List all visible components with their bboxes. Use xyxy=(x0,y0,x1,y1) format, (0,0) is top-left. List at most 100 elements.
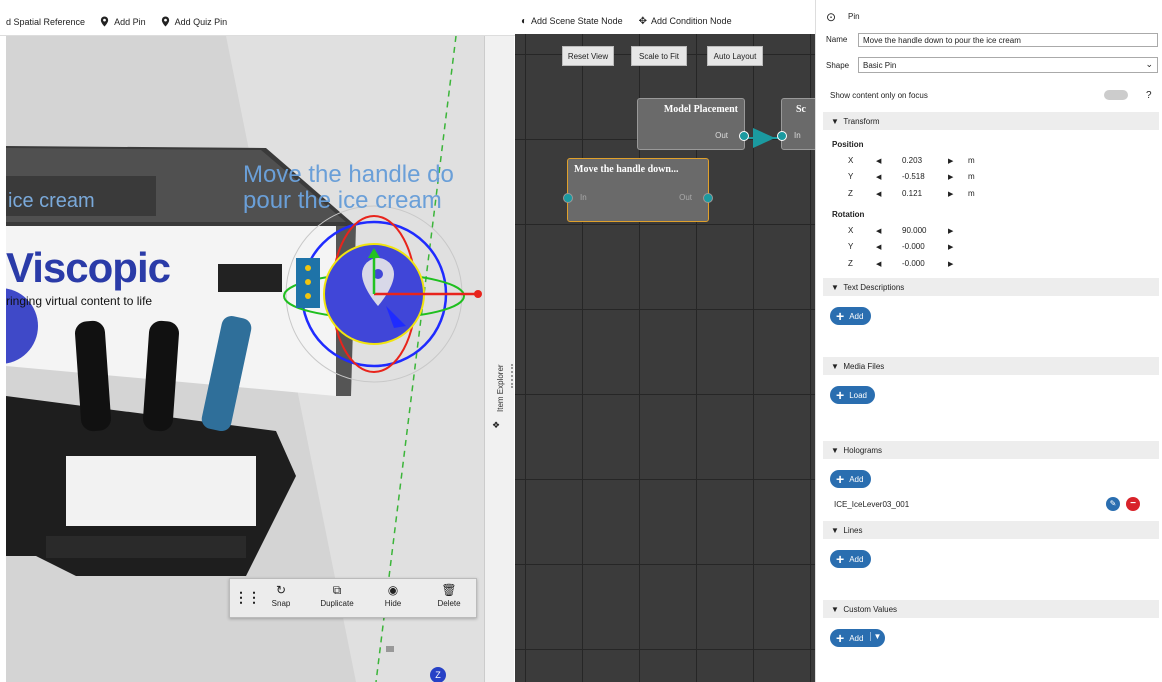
lines-section-header[interactable]: ▼ Lines xyxy=(823,521,1159,539)
help-icon[interactable]: ? xyxy=(1146,90,1152,101)
collapse-triangle-icon: ▼ xyxy=(831,445,844,455)
holograms-title: Holograms xyxy=(843,445,883,455)
position-y-decrement-icon[interactable]: ◀ xyxy=(876,173,881,181)
node-model-placement[interactable]: Model Placement Out xyxy=(637,98,749,150)
rotation-y-value[interactable]: -0.000 xyxy=(902,242,925,251)
viscopic-logo: Viscopic xyxy=(6,244,171,291)
node-graph-canvas[interactable]: Reset View Scale to Fit Auto Layout Mode… xyxy=(515,34,815,682)
spatial-reference-button[interactable]: d Spatial Reference xyxy=(6,17,85,27)
add-pin-button[interactable]: Add Pin xyxy=(99,16,146,27)
plus-icon: + xyxy=(836,308,845,324)
position-y-axis: Y xyxy=(848,172,854,181)
load-media-button[interactable]: + Load xyxy=(830,386,875,404)
add-condition-node-label: Add Condition Node xyxy=(651,16,732,26)
position-x-value[interactable]: 0.203 xyxy=(902,156,922,165)
node-pin-in-port[interactable] xyxy=(563,193,573,203)
position-y-unit: m xyxy=(968,172,975,181)
shape-select[interactable]: Basic Pin ⌄ xyxy=(858,57,1158,73)
media-files-title: Media Files xyxy=(843,361,885,371)
item-explorer-strip[interactable] xyxy=(484,36,514,682)
spatial-reference-label: d Spatial Reference xyxy=(6,16,86,27)
node-scene[interactable]: Sc In xyxy=(777,98,815,150)
node-out-port[interactable] xyxy=(739,131,749,141)
name-field[interactable]: Move the handle down to pour the ice cre… xyxy=(858,33,1158,47)
name-label: Name xyxy=(826,35,848,44)
node-in-port[interactable] xyxy=(777,131,787,141)
rotation-x-axis: X xyxy=(848,226,854,235)
position-label: Position xyxy=(832,140,864,149)
position-z-value[interactable]: 0.121 xyxy=(902,189,922,198)
position-z-unit: m xyxy=(968,189,975,198)
transform-title: Transform xyxy=(843,116,880,126)
node-pin-title: Move the handle down... xyxy=(574,164,679,175)
show-on-focus-toggle[interactable] xyxy=(1104,90,1128,100)
shape-label: Shape xyxy=(826,61,850,70)
media-files-section-header[interactable]: ▼ Media Files xyxy=(823,357,1159,375)
scale-to-fit-button[interactable]: Scale to Fit xyxy=(631,46,687,66)
edit-pencil-icon[interactable]: ✎ xyxy=(1106,497,1120,511)
text-descriptions-section-header[interactable]: ▼ Text Descriptions xyxy=(823,278,1159,296)
rotation-z-increment-icon[interactable]: ▶ xyxy=(948,260,953,268)
rotation-z-decrement-icon[interactable]: ◀ xyxy=(876,260,881,268)
snap-button[interactable]: ↻ Snap xyxy=(256,583,306,608)
position-x-decrement-icon[interactable]: ◀ xyxy=(876,157,881,165)
duplicate-button[interactable]: ⧉ Duplicate xyxy=(312,583,362,608)
position-y-increment-icon[interactable]: ▶ xyxy=(948,173,953,181)
holograms-section-header[interactable]: ▼ Holograms xyxy=(823,441,1159,459)
rotation-z-value[interactable]: -0.000 xyxy=(902,259,925,268)
duplicate-label: Duplicate xyxy=(320,599,354,608)
add-scene-state-node-label: Add Scene State Node xyxy=(531,16,623,26)
snap-icon: ↻ xyxy=(275,583,287,597)
collapse-triangle-icon: ▼ xyxy=(831,116,844,126)
rotation-x-increment-icon[interactable]: ▶ xyxy=(948,227,953,235)
reset-view-button[interactable]: Reset View xyxy=(562,46,614,66)
auto-layout-button[interactable]: Auto Layout xyxy=(707,46,763,66)
plus-icon: + xyxy=(836,387,845,403)
add-quiz-pin-button[interactable]: Add Quiz Pin xyxy=(160,16,227,27)
collapse-triangle-icon: ▼ xyxy=(831,604,844,614)
add-hologram-button[interactable]: + Add xyxy=(830,470,872,488)
position-y-value[interactable]: -0.518 xyxy=(902,172,925,181)
text-descriptions-title: Text Descriptions xyxy=(843,282,905,292)
rotation-y-increment-icon[interactable]: ▶ xyxy=(948,243,953,251)
rotation-x-value[interactable]: 90.000 xyxy=(902,226,926,235)
viewport-toolbar: d Spatial Reference Add Pin Add Quiz Pin xyxy=(0,8,515,36)
custom-values-section-header[interactable]: ▼ Custom Values xyxy=(823,600,1159,618)
node-pin-out-label: Out xyxy=(679,193,692,202)
hologram-item-name: ICE_IceLever03_001 xyxy=(834,500,910,509)
dropdown-arrow-icon[interactable]: ▼ xyxy=(869,632,881,641)
transform-section-header[interactable]: ▼ Transform xyxy=(823,112,1159,130)
pin-icon xyxy=(100,16,109,27)
add-scene-state-node-button[interactable]: ◐ Add Scene State Node xyxy=(521,16,623,27)
position-x-increment-icon[interactable]: ▶ xyxy=(948,157,953,165)
item-explorer-grip-icon[interactable] xyxy=(511,364,514,388)
pin-type-icon: ⊙ xyxy=(826,10,837,24)
node-out-port-label: Out xyxy=(715,131,728,140)
rotation-y-decrement-icon[interactable]: ◀ xyxy=(876,243,881,251)
hide-label: Hide xyxy=(384,599,402,608)
rotation-x-decrement-icon[interactable]: ◀ xyxy=(876,227,881,235)
node-pin-out-port[interactable] xyxy=(703,193,713,203)
add-text-description-button[interactable]: + Add xyxy=(830,307,872,325)
add-pin-label: Add Pin xyxy=(114,16,146,27)
position-z-increment-icon[interactable]: ▶ xyxy=(948,190,953,198)
delete-button[interactable]: 🗑 Delete xyxy=(424,583,474,608)
item-explorer-diamond-icon: ❖ xyxy=(492,420,501,430)
item-explorer-label[interactable]: Item Explorer xyxy=(496,364,505,412)
add-line-button[interactable]: + Add xyxy=(830,550,872,568)
rotation-z-axis: Z xyxy=(848,259,853,268)
snap-label: Snap xyxy=(271,599,291,608)
delete-label: Delete xyxy=(437,599,461,608)
position-z-decrement-icon[interactable]: ◀ xyxy=(876,190,881,198)
collapse-triangle-icon: ▼ xyxy=(831,525,844,535)
add-custom-value-button[interactable]: + Add ▼ xyxy=(830,629,886,647)
load-media-label: Load xyxy=(849,390,867,400)
viscopic-tagline: ringing virtual content to life xyxy=(6,294,153,308)
add-condition-node-button[interactable]: ✥ Add Condition Node xyxy=(639,16,732,27)
hide-button[interactable]: ◉ Hide xyxy=(368,583,418,608)
add-hologram-label: Add xyxy=(849,474,864,484)
node-pin[interactable]: Move the handle down... In Out xyxy=(563,158,713,222)
z-axis-badge[interactable]: Z xyxy=(430,667,446,682)
position-x-axis: X xyxy=(848,156,854,165)
remove-icon[interactable]: − xyxy=(1126,497,1140,511)
